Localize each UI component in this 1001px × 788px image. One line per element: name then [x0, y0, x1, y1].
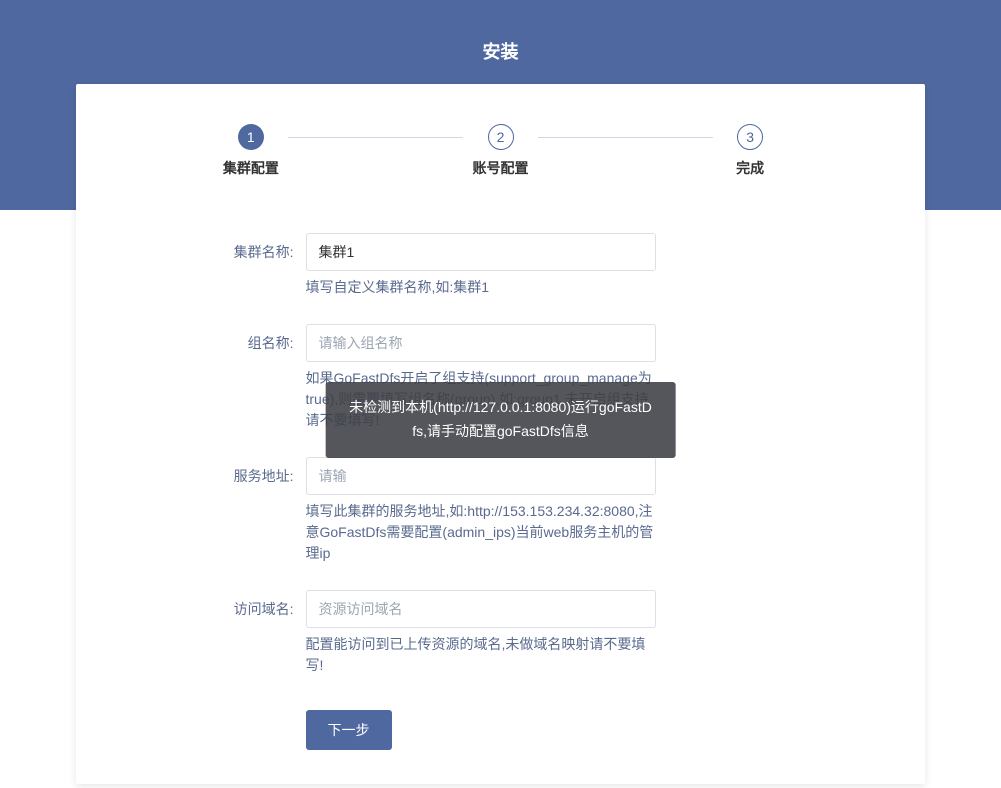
steps-container: 1 集群配置 2 账号配置 3 完成	[126, 124, 875, 178]
cluster-name-input[interactable]	[306, 233, 656, 271]
toast-line-1: 未检测到本机(http://127.0.0.1:8080)运行goFastD	[349, 399, 652, 415]
group-name-input[interactable]	[306, 324, 656, 362]
form-row-access-domain: 访问域名: 配置能访问到已上传资源的域名,未做域名映射请不要填写!	[151, 590, 851, 694]
form-row-cluster-name: 集群名称: 填写自定义集群名称,如:集群1	[151, 233, 851, 316]
group-name-label: 组名称:	[151, 324, 306, 449]
step-circle-3: 3	[737, 124, 763, 150]
step-line	[538, 137, 713, 138]
service-addr-wrap: 填写此集群的服务地址,如:http://153.153.234.32:8080,…	[306, 457, 656, 582]
page-title: 安装	[0, 0, 1001, 64]
toast-line-2: fs,请手动配置goFastDfs信息	[412, 423, 589, 439]
cluster-name-label: 集群名称:	[151, 233, 306, 316]
cluster-name-hint: 填写自定义集群名称,如:集群1	[306, 277, 656, 298]
toast-message: 未检测到本机(http://127.0.0.1:8080)运行goFastD f…	[325, 382, 676, 458]
step-circle-1: 1	[238, 124, 264, 150]
submit-spacer	[151, 702, 306, 750]
next-step-button[interactable]: 下一步	[306, 710, 392, 750]
access-domain-wrap: 配置能访问到已上传资源的域名,未做域名映射请不要填写!	[306, 590, 656, 694]
service-addr-label: 服务地址:	[151, 457, 306, 582]
submit-wrap: 下一步	[306, 702, 656, 750]
step-label-3: 完成	[736, 158, 764, 178]
access-domain-hint: 配置能访问到已上传资源的域名,未做域名映射请不要填写!	[306, 634, 656, 676]
step-circle-2: 2	[488, 124, 514, 150]
step-label-1: 集群配置	[223, 158, 279, 178]
form-row-service-addr: 服务地址: 填写此集群的服务地址,如:http://153.153.234.32…	[151, 457, 851, 582]
cluster-name-wrap: 填写自定义集群名称,如:集群1	[306, 233, 656, 316]
access-domain-label: 访问域名:	[151, 590, 306, 694]
step-cluster-config: 1 集群配置	[126, 124, 376, 178]
step-account-config: 2 账号配置	[376, 124, 626, 178]
step-complete: 3 完成	[625, 124, 875, 178]
form-row-submit: 下一步	[151, 702, 851, 750]
step-label-2: 账号配置	[473, 158, 529, 178]
step-line	[288, 137, 463, 138]
access-domain-input[interactable]	[306, 590, 656, 628]
service-addr-hint: 填写此集群的服务地址,如:http://153.153.234.32:8080,…	[306, 501, 656, 564]
service-addr-input[interactable]	[306, 457, 656, 495]
